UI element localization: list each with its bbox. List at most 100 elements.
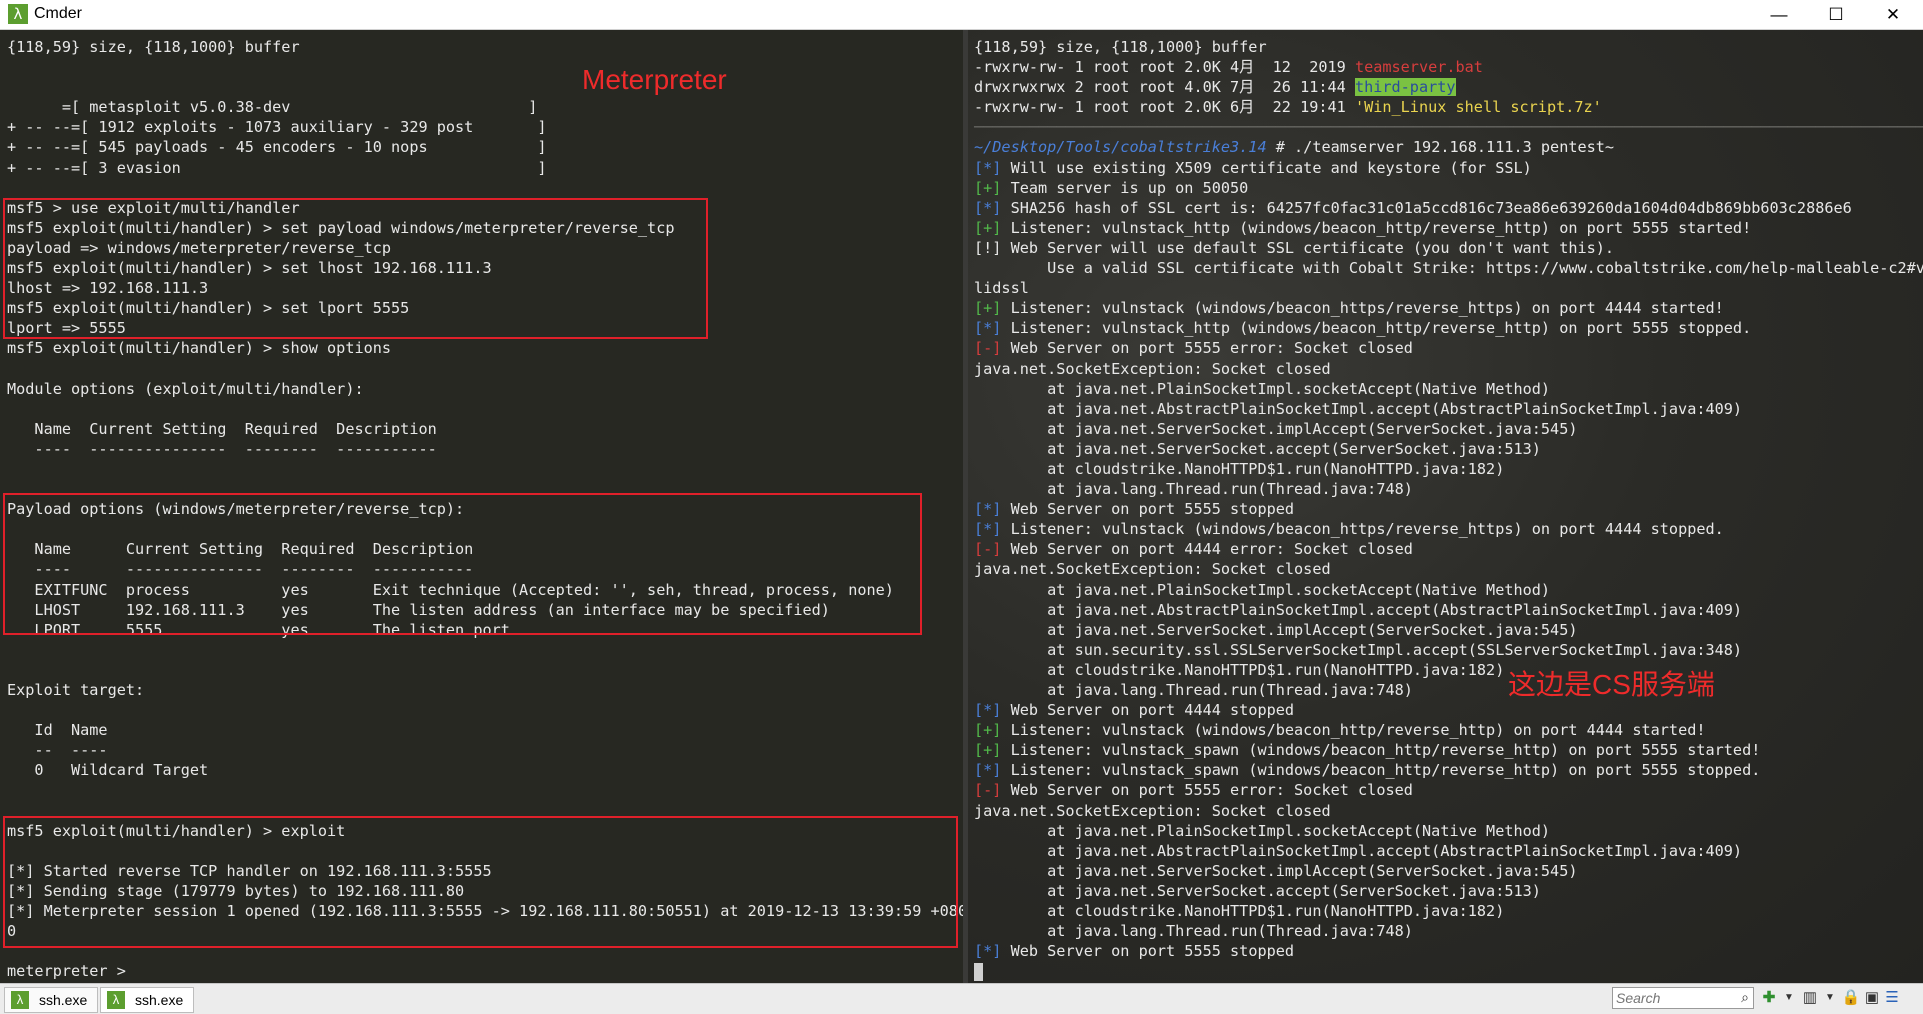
line-text: at java.lang.Thread.run(Thread.java:748) bbox=[974, 922, 1413, 941]
tab-ssh-2[interactable]: λ ssh.exe bbox=[100, 987, 195, 1013]
status-bar: λ ssh.exe λ ssh.exe ⌕ ✚ ▼ ▥ ▼ 🔒 ▣ ☰ bbox=[0, 983, 1923, 1014]
line-text: at java.lang.Thread.run(Thread.java:748) bbox=[974, 681, 1413, 699]
close-button[interactable]: ✕ bbox=[1865, 0, 1921, 29]
tab-label: ssh.exe bbox=[39, 992, 88, 1008]
line-text: at java.net.ServerSocket.implAccept(Serv… bbox=[974, 419, 1578, 438]
terminal-line: + -- --=[ 545 payloads - 45 encoders - 1… bbox=[7, 138, 547, 157]
search-input[interactable] bbox=[1616, 990, 1728, 1006]
terminal-line: [*] Web Server on port 5555 stopped bbox=[974, 941, 1923, 961]
terminal-line: Exploit target: bbox=[7, 681, 145, 699]
terminal-line: -rwxrw-rw- 1 root root 2.0K 6月 22 19:41 … bbox=[974, 97, 1923, 117]
dropdown-icon[interactable]: ▼ bbox=[1820, 988, 1840, 1008]
terminal-line: at java.net.ServerSocket.implAccept(Serv… bbox=[974, 620, 1923, 640]
status-prefix: [*] bbox=[974, 319, 1002, 338]
terminal-line: [*] Will use existing X509 certificate a… bbox=[974, 158, 1923, 178]
line-text: Web Server on port 5555 error: Socket cl… bbox=[1001, 339, 1413, 358]
terminal-line: [!] Web Server will use default SSL cert… bbox=[974, 238, 1923, 258]
right-terminal-output: {118,59} size, {118,1000} buffer -rwxrw-r… bbox=[974, 37, 1923, 981]
terminal-line: lidssl bbox=[974, 278, 1923, 298]
terminal-line: at sun.security.ssl.SSLServerSocketImpl.… bbox=[974, 640, 1923, 660]
search-box[interactable]: ⌕ bbox=[1612, 987, 1754, 1009]
menu-icon[interactable]: ☰ bbox=[1882, 988, 1902, 1008]
terminal-line: at java.net.ServerSocket.implAccept(Serv… bbox=[974, 861, 1923, 881]
line-text: Web Server on port 5555 stopped bbox=[1001, 942, 1295, 961]
line-text: at java.net.PlainSocketImpl.socketAccept… bbox=[974, 580, 1551, 599]
line-text: Web Server on port 4444 stopped bbox=[1001, 701, 1295, 720]
terminal-line: [*] Listener: vulnstack (windows/beacon_… bbox=[974, 519, 1923, 539]
terminal-line: {118,59} size, {118,1000} buffer bbox=[974, 37, 1923, 57]
cursor-line bbox=[974, 961, 1923, 981]
line-text: at cloudstrike.NanoHTTPD$1.run(NanoHTTPD… bbox=[974, 459, 1505, 478]
terminal-line: + -- --=[ 1912 exploits - 1073 auxiliary… bbox=[7, 118, 547, 137]
line-text: at cloudstrike.NanoHTTPD$1.run(NanoHTTPD… bbox=[974, 902, 1505, 921]
dropdown-icon[interactable]: ▼ bbox=[1779, 988, 1799, 1008]
terminal-line: at java.net.ServerSocket.accept(ServerSo… bbox=[974, 439, 1923, 459]
panel-icon[interactable]: ▣ bbox=[1862, 988, 1882, 1008]
terminal-line: meterpreter > bbox=[7, 962, 136, 981]
line-text: Listener: vulnstack (windows/beacon_http… bbox=[1001, 299, 1724, 318]
terminal-line: at java.net.AbstractPlainSocketImpl.acce… bbox=[974, 841, 1923, 861]
line-text: Listener: vulnstack_spawn (windows/beaco… bbox=[1001, 761, 1761, 780]
terminal-line: at java.lang.Thread.run(Thread.java:748) bbox=[974, 680, 1923, 700]
line-text: at java.net.AbstractPlainSocketImpl.acce… bbox=[974, 841, 1743, 860]
terminal-line: msf5 exploit(multi/handler) > show optio… bbox=[7, 339, 392, 358]
line-tail: 'Win_Linux shell script.7z' bbox=[1354, 98, 1602, 117]
left-terminal-pane[interactable]: {118,59} size, {118,1000} buffer =[ meta… bbox=[0, 30, 963, 983]
line-text: at java.net.ServerSocket.accept(ServerSo… bbox=[974, 439, 1541, 458]
line-text: Use a valid SSL certificate with Cobalt … bbox=[974, 259, 1923, 278]
add-tab-icon[interactable]: ✚ bbox=[1759, 988, 1779, 1008]
status-prefix: [+] bbox=[974, 218, 1002, 237]
terminal-line: [-] Web Server on port 5555 error: Socke… bbox=[974, 780, 1923, 800]
line-text: {118,59} size, {118,1000} buffer bbox=[974, 38, 1267, 56]
line-text: java.net.SocketException: Socket closed bbox=[974, 560, 1331, 579]
search-icon[interactable]: ⌕ bbox=[1741, 989, 1749, 1006]
lock-icon[interactable]: 🔒 bbox=[1841, 988, 1861, 1008]
terminal-line: java.net.SocketException: Socket closed bbox=[974, 559, 1923, 579]
right-terminal-pane[interactable]: {118,59} size, {118,1000} buffer -rwxrw-r… bbox=[968, 30, 1923, 983]
status-prefix: [*] bbox=[974, 761, 1002, 780]
terminal-line: drwxrwxrwx 2 root root 4.0K 7月 26 11:44 … bbox=[974, 77, 1923, 97]
terminal-line: Use a valid SSL certificate with Cobalt … bbox=[974, 258, 1923, 278]
terminal-line: at java.net.ServerSocket.accept(ServerSo… bbox=[974, 881, 1923, 901]
terminal-line: at cloudstrike.NanoHTTPD$1.run(NanoHTTPD… bbox=[974, 459, 1923, 479]
terminal-line: [*] Web Server on port 5555 stopped bbox=[974, 499, 1923, 519]
terminal-line: 0 Wildcard Target bbox=[7, 761, 209, 780]
line-text: at java.net.PlainSocketImpl.socketAccept… bbox=[974, 379, 1551, 398]
maximize-button[interactable]: ☐ bbox=[1808, 0, 1864, 29]
line-tail: # ./teamserver 192.168.111.3 pentest~ bbox=[1266, 138, 1615, 157]
terminal-line: at cloudstrike.NanoHTTPD$1.run(NanoHTTPD… bbox=[974, 660, 1923, 680]
line-tail: teamserver.bat bbox=[1354, 58, 1483, 77]
terminal-line: at java.net.ServerSocket.implAccept(Serv… bbox=[974, 419, 1923, 439]
terminal-line: [-] Web Server on port 4444 error: Socke… bbox=[974, 539, 1923, 559]
status-prefix: [+] bbox=[974, 721, 1002, 740]
terminal-line: [+] Team server is up on 50050 bbox=[974, 178, 1923, 198]
terminal-line: -rwxrw-rw- 1 root root 2.0K 4月 12 2019 t… bbox=[974, 57, 1923, 77]
status-prefix: [*] bbox=[974, 500, 1002, 519]
terminal-line: java.net.SocketException: Socket closed bbox=[974, 359, 1923, 379]
terminal-line: Module options (exploit/multi/handler): bbox=[7, 379, 364, 398]
payload-options-highlight-box bbox=[3, 493, 922, 635]
status-prefix: [+] bbox=[974, 178, 1002, 197]
line-text: ────────────────────────────────────────… bbox=[974, 118, 1923, 137]
tab-ssh-1[interactable]: λ ssh.exe bbox=[4, 987, 99, 1013]
line-text: Listener: vulnstack (windows/beacon_http… bbox=[1001, 721, 1706, 740]
terminal-line: ────────────────────────────────────────… bbox=[974, 117, 1923, 137]
cs-server-annotation: 这边是CS服务端 bbox=[1508, 669, 1715, 700]
status-prefix: [-] bbox=[974, 339, 1002, 358]
window-title: Cmder bbox=[34, 5, 83, 22]
line-text: java.net.SocketException: Socket closed bbox=[974, 801, 1331, 820]
status-prefix: [+] bbox=[974, 299, 1002, 318]
line-text: at java.net.ServerSocket.accept(ServerSo… bbox=[974, 881, 1541, 900]
minimize-button[interactable]: — bbox=[1751, 0, 1807, 29]
line-text: at cloudstrike.NanoHTTPD$1.run(NanoHTTPD… bbox=[974, 660, 1505, 679]
split-view-icon[interactable]: ▥ bbox=[1800, 988, 1820, 1008]
line-text: Team server is up on 50050 bbox=[1001, 178, 1249, 197]
terminal-line: Name Current Setting Required Descriptio… bbox=[7, 419, 437, 438]
